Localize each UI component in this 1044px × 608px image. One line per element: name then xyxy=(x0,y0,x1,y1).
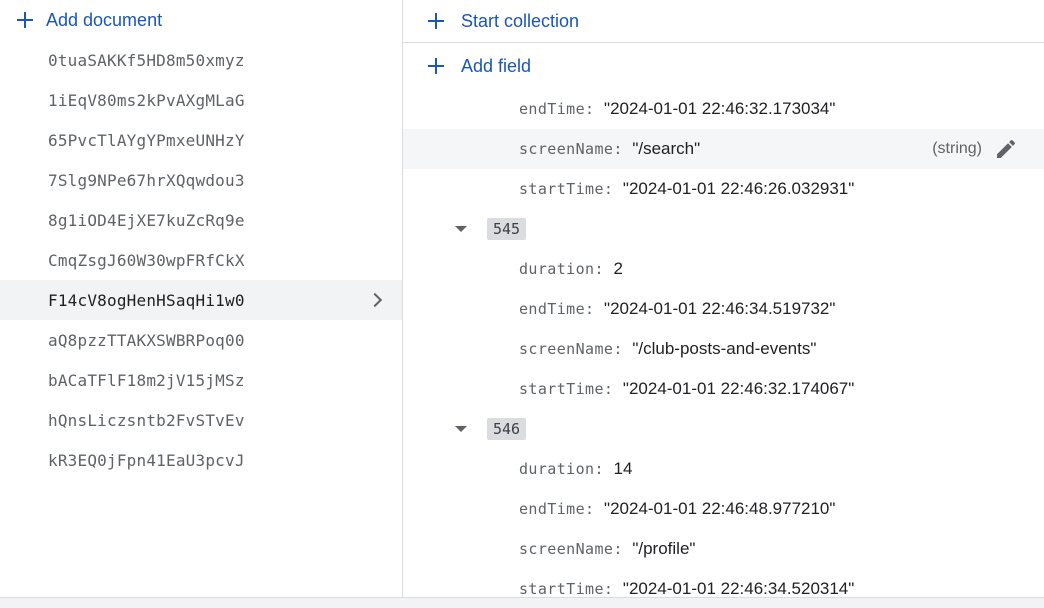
field-type-hint: (string) xyxy=(932,140,982,157)
array-index-badge: 546 xyxy=(487,418,527,440)
field-key: endTime xyxy=(519,300,586,318)
field-key: screenName xyxy=(519,340,614,358)
pencil-edit-icon[interactable] xyxy=(994,137,1018,161)
field-row[interactable]: endTime: "2024-01-01 22:46:48.977210" xyxy=(403,489,1044,529)
document-item[interactable]: aQ8pzzTTAKXSWBRPoq00 xyxy=(0,320,402,360)
field-colon: : xyxy=(613,340,623,358)
document-item[interactable]: 0tuaSAKKf5HD8m50xmyz xyxy=(0,40,402,80)
document-id: bACaTFlF18m2jV15jMSz xyxy=(48,370,245,390)
field-colon: : xyxy=(585,300,595,318)
document-item[interactable]: 7Slg9NPe67hrXQqwdou3 xyxy=(0,160,402,200)
field-row[interactable]: duration:2 xyxy=(403,249,1044,289)
field-colon: : xyxy=(594,460,604,478)
collapse-caret-icon[interactable] xyxy=(455,226,467,232)
document-item[interactable]: 8g1iOD4EjXE7kuZcRq9e xyxy=(0,200,402,240)
document-item[interactable]: bACaTFlF18m2jV15jMSz xyxy=(0,360,402,400)
field-key: startTime xyxy=(519,380,604,398)
field-value: "2024-01-01 22:46:32.173034" xyxy=(604,99,836,118)
field-row[interactable]: startTime: "2024-01-01 22:46:34.520314" xyxy=(403,569,1044,597)
field-row[interactable]: screenName: "/club-posts-and-events" xyxy=(403,329,1044,369)
field-row[interactable]: startTime: "2024-01-01 22:46:32.174067" xyxy=(403,369,1044,409)
document-detail-panel: Start collection Add field endTime: "2024… xyxy=(403,0,1044,597)
field-colon: : xyxy=(613,540,623,558)
field-key: duration xyxy=(519,260,595,278)
document-item[interactable]: hQnsLiczsntb2FvSTvEv xyxy=(0,400,402,440)
document-id: 1iEqV80ms2kPvAXgMLaG xyxy=(48,90,245,110)
plus-icon xyxy=(16,11,34,29)
field-value: "2024-01-01 22:46:34.519732" xyxy=(604,299,836,318)
document-id: F14cV8ogHenHSaqHi1w0 xyxy=(48,290,245,310)
field-key: screenName xyxy=(519,140,614,158)
collapse-caret-icon[interactable] xyxy=(455,426,467,432)
document-id: CmqZsgJ60W30wpFRfCkX xyxy=(48,250,245,270)
field-value: "/club-posts-and-events" xyxy=(632,339,817,358)
field-list: endTime: "2024-01-01 22:46:32.173034" scre… xyxy=(403,89,1044,597)
field-row[interactable]: startTime: "2024-01-01 22:46:26.032931" xyxy=(403,169,1044,209)
field-key: startTime xyxy=(519,580,604,597)
field-colon: : xyxy=(613,140,623,158)
field-key: screenName xyxy=(519,540,614,558)
plus-icon xyxy=(427,57,445,75)
document-item[interactable]: 65PvcTlAYgYPmxeUNHzY xyxy=(0,120,402,160)
start-collection-button[interactable]: Start collection xyxy=(403,0,1044,43)
field-colon: : xyxy=(603,180,613,198)
document-item[interactable]: CmqZsgJ60W30wpFRfCkX xyxy=(0,240,402,280)
field-row[interactable]: screenName: "/search" (string) xyxy=(403,129,1044,169)
field-value: "2024-01-01 22:46:26.032931" xyxy=(622,179,855,198)
field-row[interactable]: endTime: "2024-01-01 22:46:32.173034" xyxy=(403,89,1044,129)
field-colon: : xyxy=(585,100,595,118)
bottom-scrollbar[interactable] xyxy=(0,597,1044,608)
add-document-button[interactable]: Add document xyxy=(0,0,402,40)
document-id: hQnsLiczsntb2FvSTvEv xyxy=(48,410,245,430)
field-row[interactable]: endTime: "2024-01-01 22:46:34.519732" xyxy=(403,289,1044,329)
field-value: "/search" xyxy=(632,139,701,158)
field-key: endTime xyxy=(519,100,586,118)
array-group-row[interactable]: 545 xyxy=(403,209,1044,249)
document-id: 7Slg9NPe67hrXQqwdou3 xyxy=(48,170,245,190)
field-value: "2024-01-01 22:46:34.520314" xyxy=(622,579,855,597)
field-row[interactable]: screenName: "/profile" xyxy=(403,529,1044,569)
plus-icon xyxy=(427,12,445,30)
add-field-label: Add field xyxy=(461,55,532,76)
field-value: "2024-01-01 22:46:48.977210" xyxy=(604,499,836,518)
field-key: startTime xyxy=(519,180,604,198)
field-colon: : xyxy=(603,380,613,398)
field-row[interactable]: duration:14 xyxy=(403,449,1044,489)
document-item[interactable]: kR3EQ0jFpn41EaU3pcvJ xyxy=(0,440,402,480)
document-id: aQ8pzzTTAKXSWBRPoq00 xyxy=(48,330,245,350)
field-value: "2024-01-01 22:46:32.174067" xyxy=(622,379,855,398)
field-colon: : xyxy=(585,500,595,518)
add-field-button[interactable]: Add field xyxy=(403,43,1044,89)
document-id: kR3EQ0jFpn41EaU3pcvJ xyxy=(48,450,245,470)
field-value: "/profile" xyxy=(632,539,696,558)
field-colon: : xyxy=(594,260,604,278)
array-index-badge: 545 xyxy=(487,218,527,240)
document-item[interactable]: F14cV8ogHenHSaqHi1w0 xyxy=(0,280,402,320)
documents-panel: Add document 0tuaSAKKf5HD8m50xmyz 1iEqV80… xyxy=(0,0,403,597)
field-key: duration xyxy=(519,460,595,478)
document-item[interactable]: 1iEqV80ms2kPvAXgMLaG xyxy=(0,80,402,120)
array-group-row[interactable]: 546 xyxy=(403,409,1044,449)
field-colon: : xyxy=(603,580,613,597)
field-value: 14 xyxy=(613,459,633,478)
start-collection-label: Start collection xyxy=(461,10,580,31)
field-key: endTime xyxy=(519,500,586,518)
document-id: 0tuaSAKKf5HD8m50xmyz xyxy=(48,50,245,70)
field-value: 2 xyxy=(613,259,623,278)
add-document-label: Add document xyxy=(46,9,163,30)
document-list: 0tuaSAKKf5HD8m50xmyz 1iEqV80ms2kPvAXgMLaG… xyxy=(0,40,402,480)
document-id: 65PvcTlAYgYPmxeUNHzY xyxy=(48,130,245,150)
chevron-right-icon xyxy=(367,292,383,308)
document-id: 8g1iOD4EjXE7kuZcRq9e xyxy=(48,210,245,230)
